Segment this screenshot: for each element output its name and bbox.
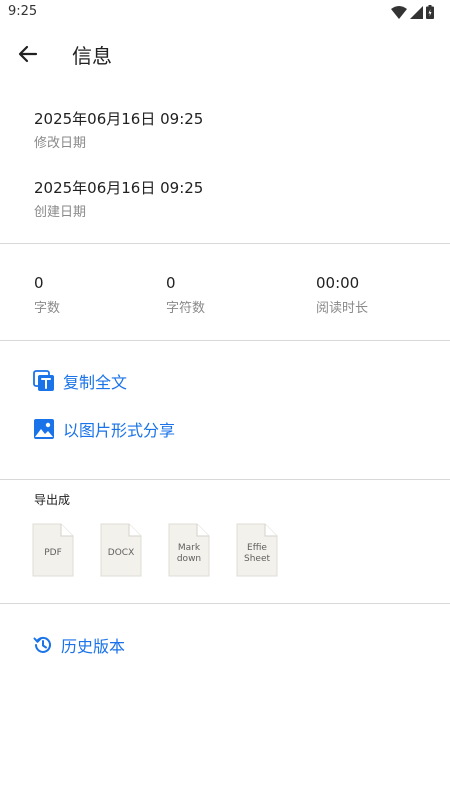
app-bar: 信息 xyxy=(0,26,450,82)
version-history-label: 历史版本 xyxy=(61,637,126,656)
share-as-image-label: 以图片形式分享 xyxy=(63,421,176,440)
export-markdown-button[interactable]: Mark down xyxy=(168,523,210,577)
export-docx-button[interactable]: DOCX xyxy=(100,523,142,577)
copy-text-icon xyxy=(33,370,54,391)
export-pdf-button[interactable]: PDF xyxy=(32,523,74,577)
export-markdown-label-line2: down xyxy=(176,554,202,564)
export-effie-sheet-button[interactable]: Effie Sheet xyxy=(236,523,278,577)
reading-time-stat: 00:00 阅读时长 xyxy=(316,274,368,316)
status-bar: 9:25 xyxy=(0,0,450,26)
word-count-label: 字数 xyxy=(34,301,61,316)
word-count-value: 0 xyxy=(34,274,44,292)
modified-date-label: 修改日期 xyxy=(34,136,87,151)
status-icons xyxy=(391,5,434,19)
divider xyxy=(0,479,450,480)
export-effie-sheet-label-line2: Sheet xyxy=(243,554,271,564)
export-docx-label: DOCX xyxy=(107,548,135,558)
char-count-value: 0 xyxy=(166,274,176,292)
export-section-title: 导出成 xyxy=(34,493,71,507)
status-time: 9:25 xyxy=(8,4,38,19)
export-effie-sheet-label-line1: Effie xyxy=(247,543,267,553)
back-button[interactable] xyxy=(12,38,44,70)
divider xyxy=(0,603,450,604)
page-title: 信息 xyxy=(72,44,112,68)
version-history-button[interactable]: 历史版本 xyxy=(33,633,125,657)
arrow-left-icon xyxy=(18,45,38,63)
copy-all-label: 复制全文 xyxy=(63,373,128,392)
modified-date-value: 2025年06月16日 09:25 xyxy=(34,110,204,128)
created-date-label: 创建日期 xyxy=(34,205,87,220)
word-count-stat: 0 字数 xyxy=(34,274,60,316)
divider xyxy=(0,243,450,244)
signal-icon xyxy=(410,5,423,19)
copy-all-button[interactable]: 复制全文 xyxy=(33,369,127,393)
battery-icon xyxy=(426,5,434,19)
share-as-image-button[interactable]: 以图片形式分享 xyxy=(33,417,175,441)
created-date-value: 2025年06月16日 09:25 xyxy=(34,179,204,197)
char-count-label: 字符数 xyxy=(166,301,206,316)
export-pdf-label: PDF xyxy=(44,548,62,558)
created-date-block: 2025年06月16日 09:25 创建日期 xyxy=(34,177,203,220)
reading-time-value: 00:00 xyxy=(316,274,360,292)
char-count-stat: 0 字符数 xyxy=(166,274,205,316)
history-icon xyxy=(33,636,51,653)
divider xyxy=(0,340,450,341)
modified-date-block: 2025年06月16日 09:25 修改日期 xyxy=(34,108,203,151)
reading-time-label: 阅读时长 xyxy=(316,301,369,316)
wifi-icon xyxy=(391,5,407,19)
export-markdown-label-line1: Mark xyxy=(177,543,201,553)
image-icon xyxy=(34,419,54,439)
